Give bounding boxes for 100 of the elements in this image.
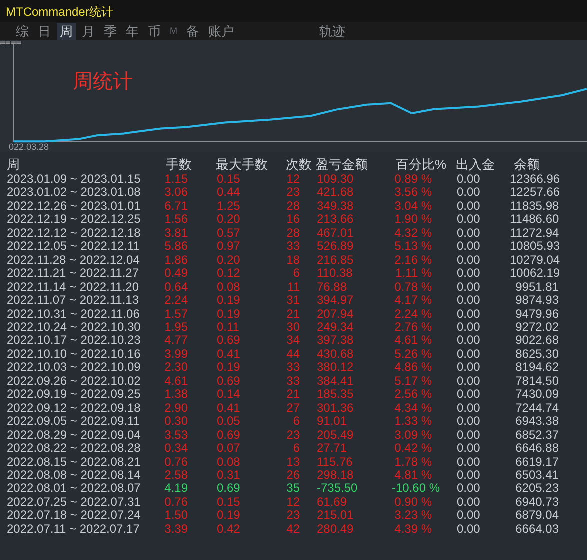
table-cell-text: 28 — [286, 200, 301, 214]
table-cell-text: 5.86 — [164, 240, 189, 254]
table-cell-text: 0.15 — [216, 496, 242, 510]
table-cell-text: 6943.38 — [514, 415, 560, 429]
table-cell-text: 2.76 % — [394, 320, 433, 334]
table-cell-text: 380.12 — [316, 361, 355, 375]
table-cell-text: 6619.17 — [514, 456, 560, 469]
table-cell-text: 2.24 % — [394, 308, 433, 321]
tab[interactable]: 日 — [35, 22, 54, 40]
table-cell-text: 280.49 — [316, 522, 355, 536]
tab[interactable]: 年 — [123, 22, 142, 40]
table-cell-text: 23 — [286, 509, 301, 523]
table-cell-text: 0.00 — [456, 348, 482, 362]
table-cell-text: 7244.74 — [514, 402, 560, 416]
table-cell-text: 3.04 % — [394, 200, 433, 214]
table-cell-text: 33 — [286, 361, 301, 375]
table-cell-text: 0.00 — [456, 200, 482, 214]
table-cell-text: 4.34 % — [394, 402, 433, 416]
table-cell-text: 3.39 — [164, 522, 189, 536]
table-cell-text: 4.61 % — [394, 334, 433, 348]
table-cell-text: 4.39 % — [394, 522, 433, 536]
table-cell-text: 21 — [286, 388, 301, 402]
table-cell-text: 1.33 % — [394, 415, 433, 429]
table-cell-text: 10062.19 — [510, 267, 562, 281]
table-cell-text: 3.09 % — [394, 428, 433, 442]
table-cell-text: 6205.23 — [514, 482, 560, 496]
table-cell-text: 0.00 — [456, 468, 482, 482]
table-cell-text: 4.32 % — [394, 226, 433, 240]
table-cell-text: 2022.08.08 ~ 2022.08.14 — [6, 468, 142, 482]
table-cell-text: 1.86 — [164, 254, 189, 268]
tab[interactable]: 账户 — [206, 22, 238, 40]
table-cell-text: 0.00 — [456, 267, 482, 281]
column-header: 手数 — [165, 157, 193, 173]
table-cell-text: 430.68 — [316, 348, 355, 362]
table-cell-text: 6503.41 — [514, 468, 560, 482]
table-cell-text: 2022.08.01 ~ 2022.08.07 — [6, 482, 142, 496]
table-cell-text: 23 — [286, 428, 301, 442]
tab[interactable]: 轨迹 — [316, 22, 348, 40]
table-cell-text: 1.56 — [164, 213, 189, 227]
table-cell-text: 384.41 — [316, 374, 355, 388]
table-cell-text: 4.19 — [164, 482, 189, 496]
table-cell-text: 2022.11.07 ~ 2022.11.13 — [6, 294, 140, 308]
tab[interactable]: 月 — [79, 22, 98, 40]
table-cell-text: 0.00 — [456, 456, 482, 469]
table-cell-text: 0.90 % — [394, 496, 433, 510]
table-cell-text: 2022.10.17 ~ 2022.10.23 — [6, 334, 142, 348]
table-cell-text: 2.58 — [164, 468, 189, 482]
table-cell-text: 2022.09.12 ~ 2022.09.18 — [6, 402, 142, 416]
table-cell-text: 2.24 — [164, 294, 189, 308]
table-cell-text: 2022.12.12 ~ 2022.12.18 — [6, 226, 142, 240]
table-cell-text: 0.12 — [216, 267, 242, 281]
tab[interactable]: 币 — [145, 22, 164, 40]
table-cell-text: 0.00 — [456, 374, 482, 388]
table-cell-text: 5.13 % — [394, 240, 433, 254]
table-cell-text: 109.30 — [316, 173, 355, 186]
table-cell-text: 0.20 — [216, 213, 242, 227]
column-header: 次数 — [285, 157, 312, 173]
tab[interactable]: 周 — [57, 22, 76, 40]
table-cell-text: 2022.09.19 ~ 2022.09.25 — [6, 388, 142, 402]
table-cell-text: 0.57 — [216, 226, 242, 240]
table-cell-text: 0.69 — [216, 334, 242, 348]
table-cell-text: 34 — [286, 334, 301, 348]
axis-label: 022.03.28 — [9, 142, 50, 152]
table-cell-text: 18 — [286, 254, 301, 268]
table-cell-text: 1.95 — [164, 320, 189, 334]
table-cell-text: 2.90 — [164, 402, 189, 416]
table-cell-text: 0.76 — [164, 456, 189, 469]
table-cell-text: 1.15 — [164, 173, 189, 186]
table-cell-text: 0.00 — [456, 320, 482, 334]
tab[interactable]: 备 — [184, 22, 202, 40]
table-cell-text: 6 — [292, 267, 301, 281]
table-cell-text: 91.01 — [316, 415, 348, 429]
table-cell-text: 2.16 % — [394, 254, 433, 268]
table-cell-text: 6646.88 — [514, 442, 560, 456]
table-cell-text: 35 — [286, 482, 301, 496]
table-cell-text: 0.00 — [456, 428, 482, 442]
tab[interactable]: 综 — [13, 22, 32, 40]
table-cell-text: 394.97 — [316, 294, 355, 308]
table-cell-text: 3.99 — [164, 348, 189, 362]
table-cell-text: 0.89 % — [394, 173, 433, 186]
table-cell-text: 0.15 — [216, 173, 242, 186]
table-cell-text: 301.36 — [316, 402, 355, 416]
table-cell-text: 11486.60 — [510, 213, 560, 227]
table-cell-text: 4.77 — [164, 334, 189, 348]
table-cell-text: 421.68 — [316, 186, 355, 200]
table-cell-text: 4.61 — [164, 374, 189, 388]
table-cell-text: 2022.08.29 ~ 2022.09.04 — [6, 428, 142, 442]
table-cell-text: 30 — [286, 320, 301, 334]
tab[interactable]: 季 — [101, 22, 120, 40]
table-cell-text: 0.19 — [216, 361, 242, 375]
table-cell-text: 0.00 — [456, 213, 482, 227]
table-cell-text: 0.00 — [456, 186, 482, 200]
table-cell-text: 1.90 % — [394, 213, 433, 227]
table-cell-text: 12257.66 — [510, 186, 562, 200]
table-cell-text: 0.08 — [216, 456, 242, 469]
table-cell-text: 9272.02 — [514, 320, 560, 334]
table-cell-text: 26 — [286, 468, 301, 482]
table-cell-text: 0.64 — [164, 280, 189, 294]
table-cell-text: 0.69 — [216, 428, 242, 442]
table-cell-text: 2022.11.21 ~ 2022.11.27 — [6, 267, 140, 281]
